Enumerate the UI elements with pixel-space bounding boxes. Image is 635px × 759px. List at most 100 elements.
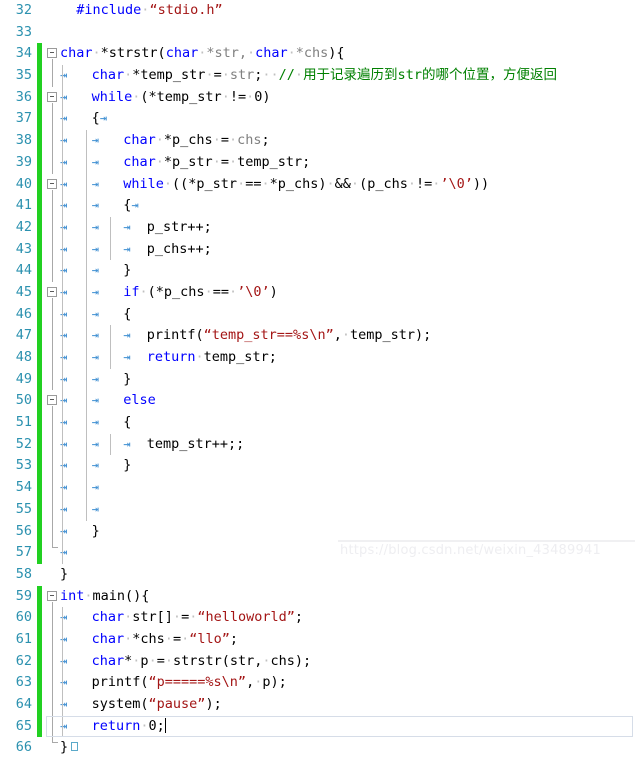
code-line[interactable]: 45 ⇥ ⇥ if·(*p_chs·==·’\0’) xyxy=(0,281,635,304)
code-line[interactable]: 50 ⇥ ⇥ else xyxy=(0,390,635,413)
code-line[interactable]: 52 ⇥ ⇥ ⇥ temp_str++;; xyxy=(0,433,635,456)
outlining-margin[interactable] xyxy=(46,455,60,478)
code-text[interactable]: ⇥ ⇥ { xyxy=(60,303,635,326)
outlining-margin[interactable] xyxy=(46,628,60,651)
code-line[interactable]: 58} xyxy=(0,564,635,586)
code-line[interactable]: 48 ⇥ ⇥ ⇥ return·temp_str; xyxy=(0,347,635,369)
code-text[interactable]: } xyxy=(60,737,635,759)
outlining-margin[interactable] xyxy=(46,325,60,347)
code-text[interactable]: ⇥ while·(*temp_str·!=·0) xyxy=(60,86,635,109)
code-text[interactable]: ⇥ ⇥ char·*p_str·=·temp_str; xyxy=(60,151,635,174)
code-text[interactable]: ⇥ ⇥ ⇥ return·temp_str; xyxy=(60,347,635,369)
code-text[interactable]: ⇥ ⇥ while·((*p_str·==·*p_chs)·&&·(p_chs·… xyxy=(60,173,635,196)
collapse-minus-icon[interactable] xyxy=(47,48,57,59)
outlining-margin[interactable] xyxy=(46,412,60,434)
code-line[interactable]: 39 ⇥ ⇥ char·*p_str·=·temp_str; xyxy=(0,151,635,174)
code-line[interactable]: 56 ⇥ } xyxy=(0,520,635,543)
code-text[interactable]: ⇥ } xyxy=(60,520,635,543)
code-line[interactable]: 63 ⇥ printf(“p=====%s\n”,·p); xyxy=(0,672,635,694)
code-text[interactable]: ⇥ system(“pause”); xyxy=(60,694,635,716)
code-text[interactable]: ⇥ xyxy=(60,542,635,564)
collapse-minus-icon[interactable] xyxy=(47,395,57,406)
code-line[interactable]: 32 #include·“stdio.h” xyxy=(0,0,635,22)
code-text[interactable]: ⇥ return·0; xyxy=(60,715,635,738)
outlining-margin[interactable] xyxy=(46,260,60,282)
code-line[interactable]: 35 ⇥ char·*temp_str·=·str;··//·用于记录遍历到str… xyxy=(0,65,635,87)
code-text[interactable]: ⇥ ⇥ ⇥ p_chs++; xyxy=(60,238,635,261)
code-line[interactable]: 55 ⇥ ⇥ xyxy=(0,498,635,521)
code-line[interactable]: 53 ⇥ ⇥ } xyxy=(0,455,635,478)
code-line[interactable]: 66} xyxy=(0,737,635,759)
code-text[interactable]: ⇥ ⇥ ⇥ temp_str++;; xyxy=(60,433,635,456)
outlining-margin[interactable] xyxy=(46,130,60,152)
code-line[interactable]: 65 ⇥ return·0; xyxy=(0,715,635,738)
code-line[interactable]: 34 char·*strstr(char·*str,·char·*chs){ xyxy=(0,43,635,66)
code-line[interactable]: 59 int·main(){ xyxy=(0,585,635,608)
collapse-minus-icon[interactable] xyxy=(47,178,57,189)
code-line[interactable]: 57 ⇥ xyxy=(0,542,635,564)
code-lines-container[interactable]: 32 #include·“stdio.h” 33 34 char·*strstr(ch… xyxy=(0,0,635,759)
code-text[interactable]: ⇥ ⇥ if·(*p_chs·==·’\0’) xyxy=(60,281,635,304)
collapse-minus-icon[interactable] xyxy=(47,590,57,601)
outlining-margin[interactable] xyxy=(46,498,60,521)
outlining-margin[interactable] xyxy=(46,542,60,564)
outlining-margin[interactable] xyxy=(46,282,60,304)
code-line[interactable]: 51 ⇥ ⇥ { xyxy=(0,412,635,434)
code-text[interactable]: ⇥ ⇥ ⇥ printf(“temp_str==%s\n”,·temp_str)… xyxy=(60,325,635,347)
code-text[interactable]: ⇥ {⇥ xyxy=(60,108,635,131)
outlining-margin[interactable] xyxy=(46,108,60,131)
code-line[interactable]: 46 ⇥ ⇥ { xyxy=(0,303,635,326)
code-text[interactable]: ⇥ char*·p·=·strstr(str,·chs); xyxy=(60,650,635,673)
code-line[interactable]: 64 ⇥ system(“pause”); xyxy=(0,694,635,716)
outlining-margin[interactable] xyxy=(46,715,60,738)
code-line[interactable]: 60 ⇥ char·str[]·=·“helloworld”; xyxy=(0,607,635,629)
code-text[interactable]: ⇥ ⇥ { xyxy=(60,412,635,434)
outlining-margin[interactable] xyxy=(46,43,60,66)
outlining-margin[interactable] xyxy=(46,607,60,629)
outlining-margin[interactable] xyxy=(46,87,60,109)
code-text[interactable]: int·main(){ xyxy=(60,586,635,608)
outlining-margin[interactable] xyxy=(46,303,60,326)
code-line[interactable]: 62 ⇥ char*·p·=·strstr(str,·chs); xyxy=(0,650,635,673)
code-text[interactable]: ⇥ ⇥ {⇥ xyxy=(60,195,635,217)
code-line[interactable]: 36 ⇥ while·(*temp_str·!=·0) xyxy=(0,86,635,109)
code-line[interactable]: 40 ⇥ ⇥ while·((*p_str·==·*p_chs)·&&·(p_ch… xyxy=(0,173,635,196)
code-text[interactable]: #include·“stdio.h” xyxy=(60,0,635,22)
code-line[interactable]: 33 xyxy=(0,22,635,44)
code-text[interactable]: ⇥ char·*temp_str·=·str;··//·用于记录遍历到str的哪… xyxy=(60,65,635,87)
code-text[interactable]: ⇥ ⇥ } xyxy=(60,260,635,282)
code-line[interactable]: 43 ⇥ ⇥ ⇥ p_chs++; xyxy=(0,238,635,261)
outlining-margin[interactable] xyxy=(46,694,60,716)
outlining-margin[interactable] xyxy=(46,22,60,44)
outlining-margin[interactable] xyxy=(46,65,60,87)
code-text[interactable]: ⇥ ⇥ xyxy=(60,477,635,499)
code-line[interactable]: 42 ⇥ ⇥ ⇥ p_str++; xyxy=(0,216,635,239)
outlining-margin[interactable] xyxy=(46,216,60,239)
outlining-margin[interactable] xyxy=(46,650,60,673)
code-line[interactable]: 54 ⇥ ⇥ xyxy=(0,477,635,499)
code-text[interactable]: ⇥ char·*chs·=·“llo”; xyxy=(60,628,635,651)
code-line[interactable]: 47 ⇥ ⇥ ⇥ printf(“temp_str==%s\n”,·temp_st… xyxy=(0,325,635,347)
code-text[interactable]: ⇥ ⇥ xyxy=(60,498,635,521)
code-text[interactable]: ⇥ ⇥ char·*p_chs·=·chs; xyxy=(60,130,635,152)
outlining-margin[interactable] xyxy=(46,672,60,694)
outlining-margin[interactable] xyxy=(46,737,60,759)
collapse-minus-icon[interactable] xyxy=(47,91,57,102)
code-line[interactable]: 61 ⇥ char·*chs·=·“llo”; xyxy=(0,628,635,651)
code-line[interactable]: 41 ⇥ ⇥ {⇥ xyxy=(0,195,635,217)
collapse-minus-icon[interactable] xyxy=(47,286,57,297)
outlining-margin[interactable] xyxy=(46,390,60,413)
outlining-margin[interactable] xyxy=(46,174,60,196)
outlining-margin[interactable] xyxy=(46,347,60,369)
code-text[interactable]: ⇥ char·str[]·=·“helloworld”; xyxy=(60,607,635,629)
outlining-margin[interactable] xyxy=(46,433,60,456)
code-text[interactable]: ⇥ ⇥ else xyxy=(60,390,635,413)
outlining-margin[interactable] xyxy=(46,564,60,586)
code-text[interactable]: ⇥ printf(“p=====%s\n”,·p); xyxy=(60,672,635,694)
outlining-margin[interactable] xyxy=(46,477,60,499)
code-text[interactable]: } xyxy=(60,564,635,586)
code-text[interactable]: ⇥ ⇥ ⇥ p_str++; xyxy=(60,216,635,239)
outlining-margin[interactable] xyxy=(46,586,60,608)
code-text[interactable]: ⇥ ⇥ } xyxy=(60,368,635,391)
code-line[interactable]: 37 ⇥ {⇥ xyxy=(0,108,635,131)
